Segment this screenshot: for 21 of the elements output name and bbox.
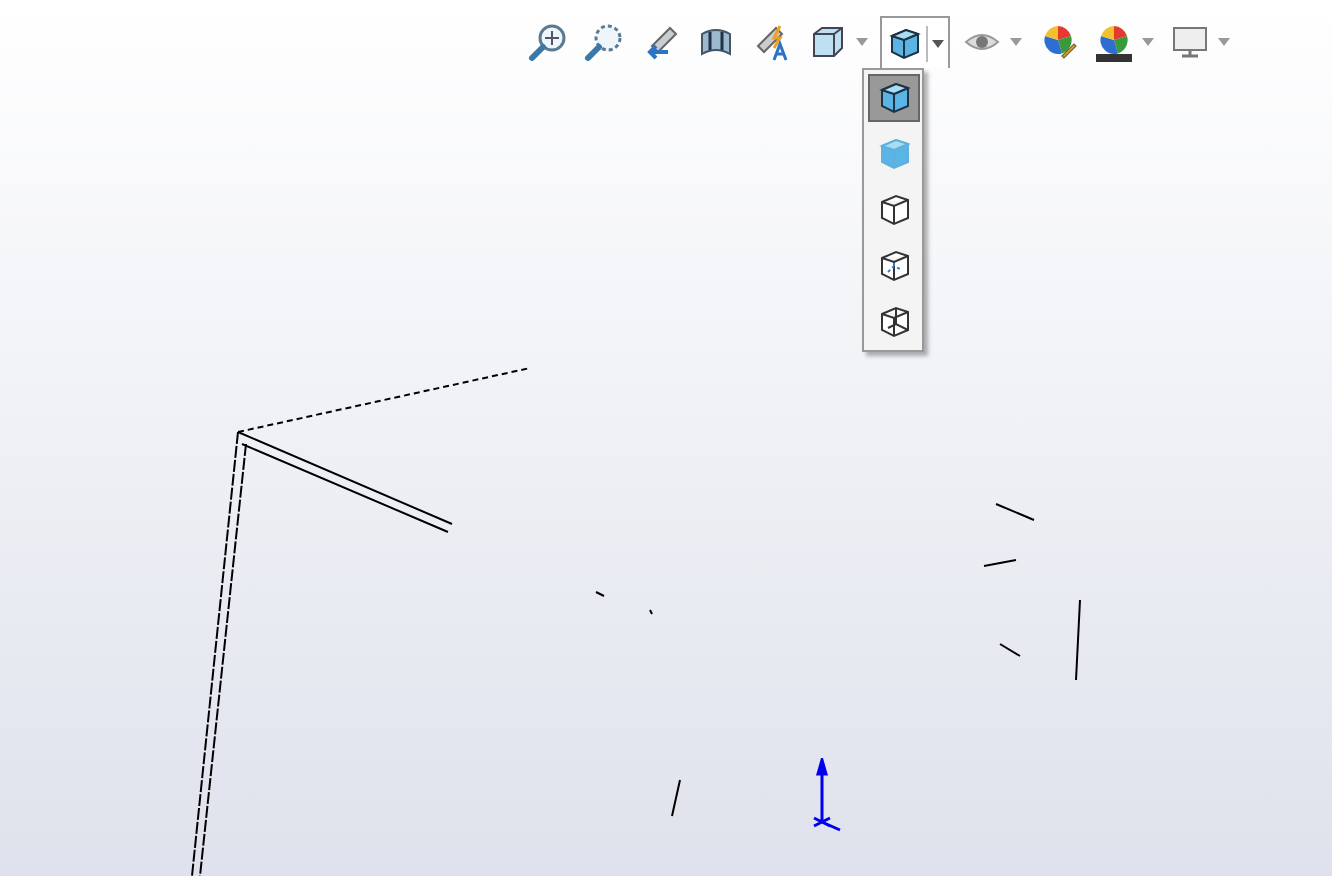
color-ball-scene-icon	[1094, 22, 1134, 62]
caret-icon	[932, 39, 944, 47]
color-ball-pencil-icon	[1038, 22, 1078, 62]
axis-triad-icon	[808, 758, 844, 834]
monitor-icon	[1170, 22, 1210, 62]
wireframe-cube-icon	[875, 192, 911, 228]
annotation-view-icon	[752, 22, 792, 62]
cube-view-icon	[808, 22, 848, 62]
caret-icon	[856, 38, 868, 46]
toolbar-button[interactable]	[880, 16, 950, 68]
shaded-cube-icon	[886, 25, 922, 61]
shaded-cube-icon	[875, 136, 911, 172]
caret-icon	[1218, 38, 1230, 46]
wireframe-cube-icon	[875, 248, 911, 284]
caret-icon	[1142, 38, 1154, 46]
wireframe-cube-icon	[875, 304, 911, 340]
zoom-to-fit-icon	[528, 22, 568, 62]
zoom-area-icon	[584, 22, 624, 62]
display-style-item[interactable]	[867, 74, 919, 122]
shaded-cube-icon	[875, 80, 911, 116]
caret-icon	[1010, 38, 1022, 46]
